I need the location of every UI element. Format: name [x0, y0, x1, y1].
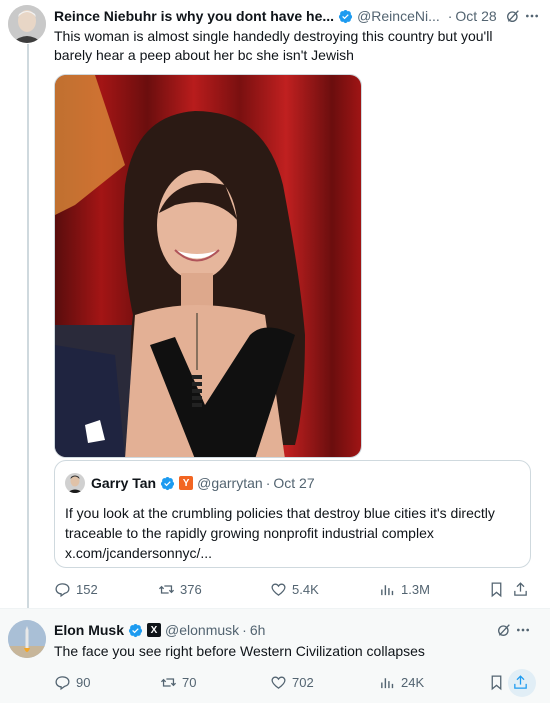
- avatar[interactable]: [8, 5, 46, 43]
- bookmark-button[interactable]: [488, 672, 510, 692]
- separator-dot: ·: [447, 8, 453, 24]
- thread-line: [27, 44, 29, 610]
- ycombinator-badge-icon: Y: [179, 476, 194, 490]
- tweet-date[interactable]: Oct 28: [455, 8, 496, 24]
- quote-author-handle[interactable]: @garrytan: [197, 475, 263, 491]
- share-icon: [514, 581, 527, 596]
- share-icon: [514, 674, 527, 689]
- views-icon: [381, 584, 394, 595]
- bookmark-icon: [491, 581, 502, 597]
- quote-link[interactable]: x.com/jcandersonnyc/...: [65, 545, 212, 561]
- bookmark-button[interactable]: [488, 579, 510, 599]
- verified-badge-icon: [128, 623, 143, 637]
- author-name[interactable]: Elon Musk: [54, 622, 124, 638]
- repost-icon: [160, 677, 177, 687]
- reply-icon: [55, 582, 70, 597]
- more-icon[interactable]: [514, 622, 532, 638]
- like-count: 5.4K: [292, 581, 319, 597]
- tweet-actions: 152 376 5.4K 1.3M: [54, 579, 534, 599]
- separator-dot: ·: [242, 622, 247, 638]
- repost-icon: [158, 584, 175, 594]
- tweet-photo[interactable]: [54, 74, 362, 458]
- author-handle[interactable]: @ReinceNi...: [357, 8, 440, 24]
- tweet-actions: 90 70 702 24K: [54, 672, 534, 692]
- reply-button[interactable]: 90: [54, 672, 90, 692]
- repost-button[interactable]: 70: [160, 672, 196, 692]
- quote-date[interactable]: Oct 27: [273, 475, 314, 491]
- view-count: 24K: [401, 674, 425, 690]
- share-button[interactable]: [512, 672, 534, 692]
- like-icon: [271, 583, 286, 596]
- repost-count: 376: [180, 581, 202, 597]
- grok-icon[interactable]: [496, 622, 512, 638]
- repost-count: 70: [182, 674, 197, 690]
- quote-avatar[interactable]: [65, 473, 85, 493]
- quote-text-block: If you look at the crumbling policies th…: [65, 503, 525, 563]
- quoted-tweet[interactable]: Garry Tan Y @garrytan · Oct 27 If you lo…: [54, 460, 531, 568]
- like-button[interactable]: 5.4K: [270, 579, 319, 599]
- verified-badge-icon: [161, 476, 175, 490]
- share-button[interactable]: [512, 579, 534, 599]
- verified-badge-icon: [339, 9, 353, 23]
- tweet-text: The face you see right before Western Ci…: [54, 643, 425, 659]
- more-icon[interactable]: [523, 8, 541, 24]
- like-button[interactable]: 702: [270, 672, 314, 692]
- avatar[interactable]: [8, 620, 46, 658]
- author-name[interactable]: Reince Niebuhr is why you dont have he..…: [54, 8, 334, 24]
- reply-icon: [55, 675, 70, 690]
- tweet-date[interactable]: 6h: [250, 622, 266, 638]
- bookmark-icon: [491, 674, 502, 690]
- quote-text: If you look at the crumbling policies th…: [65, 505, 495, 541]
- repost-button[interactable]: 376: [158, 579, 202, 599]
- reply-button[interactable]: 152: [54, 579, 98, 599]
- tweet-header: Reince Niebuhr is why you dont have he..…: [54, 6, 544, 26]
- author-handle[interactable]: @elonmusk: [165, 622, 239, 638]
- tweet-reply[interactable]: Elon Musk X @elonmusk · 6h The face you …: [0, 609, 550, 703]
- reply-count: 90: [76, 674, 91, 690]
- reply-count: 152: [76, 581, 98, 597]
- quote-author-name[interactable]: Garry Tan: [91, 475, 156, 491]
- views-icon: [381, 677, 394, 688]
- views-button[interactable]: 24K: [379, 672, 424, 692]
- quote-header: Garry Tan Y @garrytan · Oct 27: [65, 473, 315, 493]
- grok-icon[interactable]: [505, 8, 521, 24]
- tweet-main[interactable]: Reince Niebuhr is why you dont have he..…: [0, 0, 550, 610]
- tweet-text: This woman is almost single handedly des…: [54, 28, 493, 63]
- x-badge-icon: X: [147, 623, 162, 637]
- like-icon: [271, 676, 286, 689]
- like-count: 702: [292, 674, 314, 690]
- view-count: 1.3M: [401, 581, 430, 597]
- tweet-header: Elon Musk X @elonmusk · 6h: [54, 620, 265, 640]
- separator-dot: ·: [265, 475, 271, 491]
- views-button[interactable]: 1.3M: [379, 579, 430, 599]
